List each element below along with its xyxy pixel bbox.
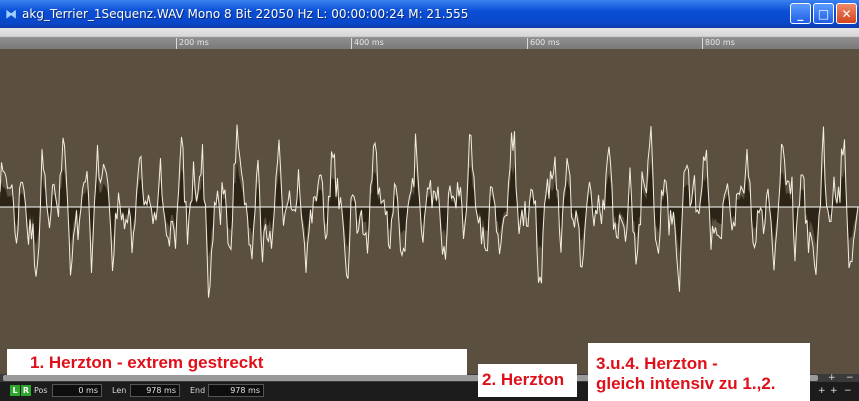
ruler-label-400: 400 ms [354,38,384,47]
annotation-first-text: 1. Herzton - extrem gestreckt [30,353,264,372]
close-button[interactable]: ✕ [836,3,857,24]
waveform-app-icon: ⧓ [5,7,17,21]
annotation-first-heart-sound: 1. Herzton - extrem gestreckt [7,349,467,375]
end-field[interactable]: 978 ms [208,384,264,397]
maximize-button[interactable]: □ [813,3,834,24]
pos-field[interactable]: 0 ms [52,384,102,397]
annotation-third-fourth-heart-sound: 3.u.4. Herzton - gleich intensiv zu 1.,2… [588,343,810,401]
zoom-fit-button[interactable]: + [830,386,838,396]
annotation-third-line2: gleich intensiv zu 1.,2. [596,374,776,393]
title-bar[interactable]: ⧓ akg_Terrier_1Sequenz.WAV Mono 8 Bit 22… [0,0,859,28]
len-field[interactable]: 978 ms [130,384,180,397]
window-title: akg_Terrier_1Sequenz.WAV Mono 8 Bit 2205… [22,7,469,21]
ruler-label-800: 800 ms [705,38,735,47]
waveform-view[interactable] [0,49,859,374]
annotation-second-text: 2. Herzton [482,370,565,389]
annotation-second-heart-sound: 2. Herzton [478,364,577,397]
zoom-out-button[interactable]: − [846,373,854,383]
annotation-third-line1: 3.u.4. Herzton - [596,354,718,373]
minimize-button[interactable]: _ [790,3,811,24]
zoom-in-h-button[interactable]: + [818,386,826,396]
ruler-label-600: 600 ms [530,38,560,47]
waveform-line [0,124,859,298]
waveform-svg [0,124,859,298]
len-label: Len [112,386,127,395]
channel-right-toggle[interactable]: R [21,385,31,396]
time-ruler[interactable]: 200 ms 400 ms 600 ms 800 ms [0,28,859,49]
channel-left-toggle[interactable]: L [10,385,20,396]
ruler-tick [702,38,703,49]
zoom-out-h-button[interactable]: − [844,386,852,396]
end-label: End [190,386,206,395]
ruler-tick [176,38,177,49]
ruler-label-200: 200 ms [179,38,209,47]
zoom-in-button[interactable]: + [828,373,836,383]
pos-label: Pos [34,386,48,395]
ruler-tick [527,38,528,49]
ruler-tick [351,38,352,49]
